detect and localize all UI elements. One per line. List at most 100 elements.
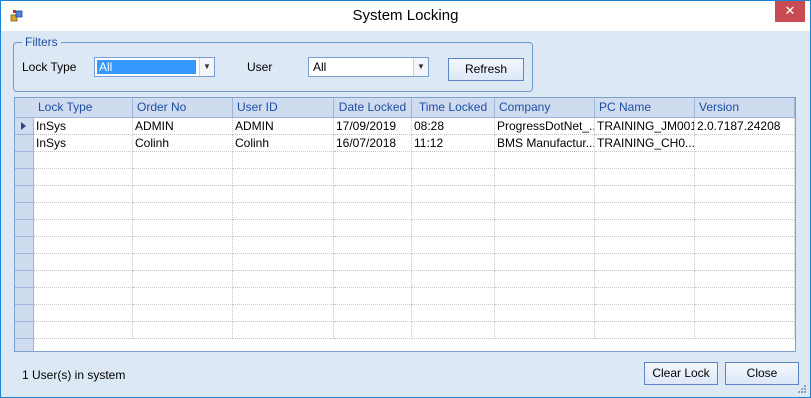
col-header-pc-name[interactable]: PC Name [595, 98, 695, 117]
empty-grid-cell[interactable] [133, 237, 233, 254]
locks-grid[interactable]: Lock Type Order No User ID Date Locked T… [14, 97, 796, 352]
row-header-2[interactable] [15, 135, 34, 152]
empty-grid-cell[interactable] [334, 203, 412, 220]
grid-cell[interactable] [695, 135, 795, 152]
empty-grid-cell[interactable] [34, 169, 133, 186]
empty-grid-cell[interactable] [233, 322, 334, 339]
empty-grid-cell[interactable] [595, 169, 695, 186]
empty-grid-cell[interactable] [695, 288, 795, 305]
empty-grid-cell[interactable] [695, 254, 795, 271]
chevron-down-icon[interactable]: ▼ [199, 58, 214, 76]
empty-grid-cell[interactable] [595, 220, 695, 237]
empty-grid-cell[interactable] [233, 288, 334, 305]
grid-cell[interactable]: 11:12 [412, 135, 495, 152]
empty-grid-cell[interactable] [695, 271, 795, 288]
empty-grid-cell[interactable] [133, 305, 233, 322]
empty-grid-cell[interactable] [34, 220, 133, 237]
close-window-button[interactable]: ✕ [775, 1, 805, 22]
empty-grid-cell[interactable] [34, 288, 133, 305]
empty-grid-cell[interactable] [495, 322, 595, 339]
empty-grid-cell[interactable] [595, 254, 695, 271]
empty-grid-cell[interactable] [695, 305, 795, 322]
empty-grid-cell[interactable] [695, 152, 795, 169]
empty-grid-cell[interactable] [233, 237, 334, 254]
grid-cell[interactable]: Colinh [233, 135, 334, 152]
empty-grid-cell[interactable] [695, 169, 795, 186]
empty-grid-cell[interactable] [34, 237, 133, 254]
empty-grid-cell[interactable] [334, 169, 412, 186]
empty-grid-cell[interactable] [133, 288, 233, 305]
empty-grid-cell[interactable] [412, 169, 495, 186]
empty-grid-cell[interactable] [233, 186, 334, 203]
col-header-company[interactable]: Company [495, 98, 595, 117]
empty-grid-cell[interactable] [695, 220, 795, 237]
lock-type-select[interactable]: All ▼ [94, 57, 215, 77]
empty-grid-cell[interactable] [412, 186, 495, 203]
grid-cell[interactable]: 16/07/2018 [334, 135, 412, 152]
col-header-version[interactable]: Version [695, 98, 795, 117]
empty-grid-cell[interactable] [334, 288, 412, 305]
empty-grid-cell[interactable] [412, 305, 495, 322]
empty-grid-cell[interactable] [334, 152, 412, 169]
col-header-time-locked[interactable]: Time Locked [412, 98, 495, 117]
col-header-date-locked[interactable]: Date Locked [334, 98, 412, 117]
empty-grid-cell[interactable] [595, 152, 695, 169]
empty-grid-cell[interactable] [495, 203, 595, 220]
grid-cell[interactable]: Colinh [133, 135, 233, 152]
grid-cell[interactable]: BMS Manufactur... [495, 135, 595, 152]
close-button[interactable]: Close [725, 362, 799, 385]
empty-grid-cell[interactable] [34, 203, 133, 220]
grid-cell[interactable]: 08:28 [412, 118, 495, 135]
empty-grid-cell[interactable] [34, 186, 133, 203]
empty-grid-cell[interactable] [334, 254, 412, 271]
empty-grid-cell[interactable] [695, 322, 795, 339]
empty-grid-cell[interactable] [595, 322, 695, 339]
empty-grid-cell[interactable] [595, 271, 695, 288]
col-header-order-no[interactable]: Order No [133, 98, 233, 117]
empty-grid-cell[interactable] [133, 254, 233, 271]
empty-grid-cell[interactable] [695, 203, 795, 220]
empty-grid-cell[interactable] [695, 237, 795, 254]
empty-grid-cell[interactable] [334, 186, 412, 203]
col-header-user-id[interactable]: User ID [233, 98, 334, 117]
grid-cell[interactable]: 17/09/2019 [334, 118, 412, 135]
empty-grid-cell[interactable] [495, 169, 595, 186]
empty-grid-cell[interactable] [412, 288, 495, 305]
empty-grid-cell[interactable] [233, 220, 334, 237]
empty-grid-cell[interactable] [595, 288, 695, 305]
resize-grip-icon[interactable] [797, 384, 807, 394]
grid-cell[interactable]: ADMIN [133, 118, 233, 135]
col-header-lock-type[interactable]: Lock Type [34, 98, 133, 117]
empty-grid-cell[interactable] [412, 220, 495, 237]
grid-cell[interactable]: ProgressDotNet_... [495, 118, 595, 135]
empty-grid-cell[interactable] [412, 237, 495, 254]
empty-grid-cell[interactable] [412, 322, 495, 339]
empty-grid-cell[interactable] [34, 271, 133, 288]
empty-grid-cell[interactable] [412, 254, 495, 271]
empty-grid-cell[interactable] [595, 305, 695, 322]
empty-grid-cell[interactable] [412, 271, 495, 288]
empty-grid-cell[interactable] [495, 237, 595, 254]
empty-grid-cell[interactable] [133, 322, 233, 339]
empty-grid-cell[interactable] [233, 305, 334, 322]
empty-grid-cell[interactable] [495, 271, 595, 288]
empty-grid-cell[interactable] [495, 305, 595, 322]
empty-grid-cell[interactable] [233, 254, 334, 271]
empty-grid-cell[interactable] [34, 152, 133, 169]
empty-grid-cell[interactable] [495, 152, 595, 169]
empty-grid-cell[interactable] [334, 271, 412, 288]
empty-grid-cell[interactable] [133, 271, 233, 288]
user-select[interactable]: All ▼ [308, 57, 429, 77]
empty-grid-cell[interactable] [495, 288, 595, 305]
title-bar[interactable]: System Locking ✕ [1, 1, 810, 31]
empty-grid-cell[interactable] [34, 305, 133, 322]
empty-grid-cell[interactable] [233, 203, 334, 220]
clear-lock-button[interactable]: Clear Lock [644, 362, 718, 385]
empty-grid-cell[interactable] [412, 152, 495, 169]
grid-cell[interactable]: ADMIN [233, 118, 334, 135]
chevron-down-icon[interactable]: ▼ [413, 58, 428, 76]
empty-grid-cell[interactable] [695, 186, 795, 203]
empty-grid-cell[interactable] [233, 169, 334, 186]
empty-grid-cell[interactable] [133, 186, 233, 203]
grid-cell[interactable]: InSys [34, 118, 133, 135]
